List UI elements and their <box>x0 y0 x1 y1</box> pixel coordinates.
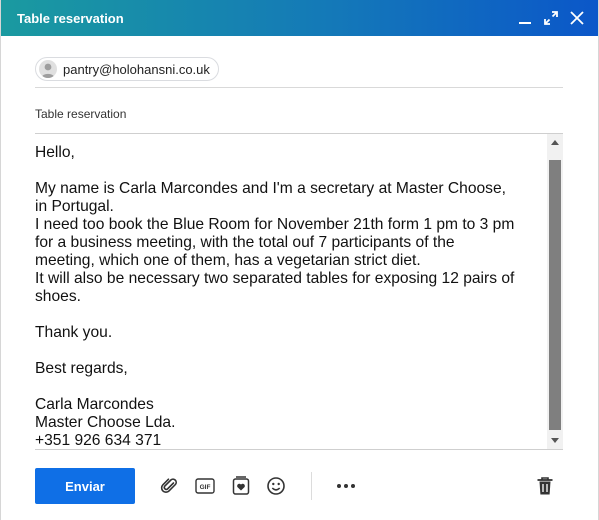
gif-icon[interactable]: GIF <box>194 475 216 497</box>
send-button[interactable]: Enviar <box>35 468 135 504</box>
window-title: Table reservation <box>17 10 124 26</box>
toolbar-divider <box>311 472 312 500</box>
delete-icon[interactable] <box>534 475 556 497</box>
scroll-up-arrow-icon[interactable] <box>551 140 559 145</box>
compose-window: Table reservation pantry@holohansni.co.u… <box>0 0 599 520</box>
message-body-area[interactable]: Hello, My name is Carla Marcondes and I'… <box>35 134 563 450</box>
subject-field[interactable]: Table reservation <box>35 98 563 134</box>
scrollbar-thumb[interactable] <box>549 160 561 430</box>
close-icon[interactable] <box>564 5 590 31</box>
gif-label: GIF <box>200 484 211 491</box>
expand-icon[interactable] <box>538 5 564 31</box>
sticker-icon[interactable] <box>230 475 252 497</box>
recipient-chip[interactable]: pantry@holohansni.co.uk <box>35 57 219 81</box>
subject-text: Table reservation <box>35 107 127 121</box>
vertical-scrollbar[interactable] <box>547 134 563 449</box>
minimize-icon[interactable] <box>512 5 538 31</box>
emoji-icon[interactable] <box>265 475 287 497</box>
scroll-down-arrow-icon[interactable] <box>551 438 559 443</box>
more-icon[interactable] <box>335 475 357 497</box>
compose-toolbar: Enviar GIF <box>35 468 563 504</box>
recipients-field[interactable]: pantry@holohansni.co.uk <box>35 57 563 88</box>
recipient-email: pantry@holohansni.co.uk <box>63 61 210 77</box>
title-bar: Table reservation <box>1 0 598 36</box>
attach-icon[interactable] <box>159 475 181 497</box>
message-body[interactable]: Hello, My name is Carla Marcondes and I'… <box>35 144 540 450</box>
avatar-icon <box>39 60 57 78</box>
